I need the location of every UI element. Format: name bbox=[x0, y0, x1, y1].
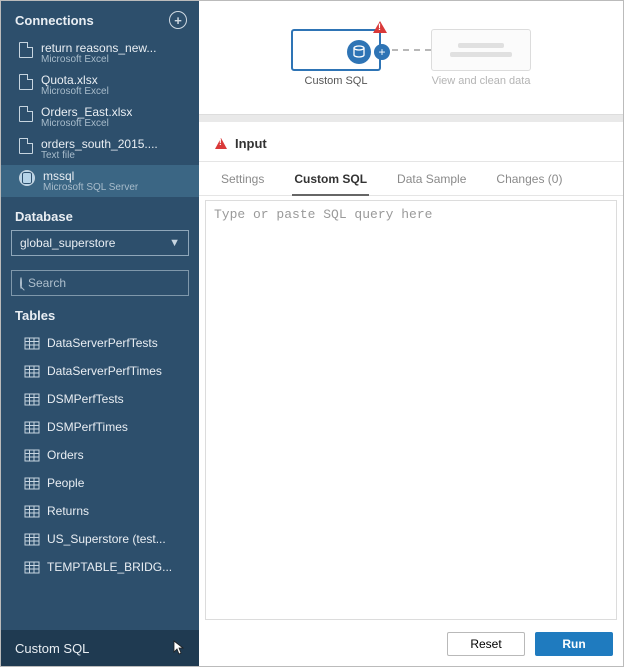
connection-type: Text file bbox=[41, 150, 158, 161]
database-select[interactable]: global_superstore ▼ bbox=[11, 230, 189, 256]
table-name: US_Superstore (test... bbox=[47, 532, 166, 546]
tables-list: DataServerPerfTests DataServerPerfTimes … bbox=[1, 329, 199, 630]
add-connection-button[interactable]: + bbox=[169, 11, 187, 29]
sql-editor bbox=[205, 200, 617, 620]
table-icon bbox=[25, 422, 39, 433]
file-icon bbox=[19, 74, 33, 90]
connection-name: orders_south_2015.... bbox=[41, 137, 158, 151]
table-name: DataServerPerfTimes bbox=[47, 364, 162, 378]
connection-item[interactable]: Orders_East.xlsx Microsoft Excel bbox=[1, 101, 199, 133]
table-icon bbox=[25, 338, 39, 349]
custom-sql-label: Custom SQL bbox=[15, 641, 89, 656]
connections-header: Connections + bbox=[1, 1, 199, 37]
file-icon bbox=[19, 138, 33, 154]
table-icon bbox=[25, 450, 39, 461]
table-icon bbox=[25, 506, 39, 517]
table-item[interactable]: Orders bbox=[1, 441, 199, 469]
main-area: + Custom SQL View and clean data Input S… bbox=[199, 1, 623, 666]
input-panel-title: Input bbox=[235, 136, 267, 151]
search-input[interactable] bbox=[28, 276, 183, 290]
tab-settings[interactable]: Settings bbox=[219, 162, 266, 195]
search-box[interactable] bbox=[11, 270, 189, 296]
table-icon bbox=[25, 534, 39, 545]
flow-scrollbar[interactable] bbox=[199, 114, 623, 122]
file-icon bbox=[19, 106, 33, 122]
connection-item[interactable]: return reasons_new... Microsoft Excel bbox=[1, 37, 199, 69]
table-name: Returns bbox=[47, 504, 89, 518]
connection-name: mssql bbox=[43, 169, 138, 183]
tab-custom-sql[interactable]: Custom SQL bbox=[292, 162, 369, 196]
table-name: TEMPTABLE_BRIDG... bbox=[47, 560, 172, 574]
connection-type: Microsoft Excel bbox=[41, 54, 156, 65]
table-name: People bbox=[47, 476, 84, 490]
flow-canvas[interactable]: + Custom SQL View and clean data bbox=[199, 1, 623, 114]
cursor-icon bbox=[173, 640, 185, 656]
table-name: DSMPerfTests bbox=[47, 392, 124, 406]
table-icon bbox=[25, 394, 39, 405]
input-tabs: Settings Custom SQL Data Sample Changes … bbox=[199, 162, 623, 196]
custom-sql-button[interactable]: Custom SQL bbox=[1, 630, 199, 666]
add-step-button[interactable]: + bbox=[374, 44, 390, 60]
flow-node-placeholder[interactable]: View and clean data bbox=[431, 29, 531, 87]
chevron-down-icon: ▼ bbox=[169, 237, 180, 249]
tables-label: Tables bbox=[1, 296, 199, 329]
connections-label: Connections bbox=[15, 13, 94, 28]
database-label: Database bbox=[1, 197, 199, 230]
datasource-icon bbox=[347, 40, 371, 64]
table-name: DataServerPerfTests bbox=[47, 336, 158, 350]
table-item[interactable]: DSMPerfTimes bbox=[1, 413, 199, 441]
run-button[interactable]: Run bbox=[535, 632, 613, 656]
table-icon bbox=[25, 478, 39, 489]
connection-type: Microsoft SQL Server bbox=[43, 182, 138, 193]
tab-changes[interactable]: Changes (0) bbox=[494, 162, 564, 195]
table-item[interactable]: DataServerPerfTests bbox=[1, 329, 199, 357]
flow-node-customsql[interactable]: + Custom SQL bbox=[291, 29, 381, 87]
flow-placeholder-label: View and clean data bbox=[432, 75, 531, 87]
table-item[interactable]: People bbox=[1, 469, 199, 497]
database-value: global_superstore bbox=[20, 236, 115, 250]
table-name: Orders bbox=[47, 448, 84, 462]
table-icon bbox=[25, 366, 39, 377]
connections-list: return reasons_new... Microsoft Excel Qu… bbox=[1, 37, 199, 197]
table-icon bbox=[25, 562, 39, 573]
tab-data-sample[interactable]: Data Sample bbox=[395, 162, 468, 195]
warning-icon bbox=[215, 138, 227, 149]
connection-item[interactable]: orders_south_2015.... Text file bbox=[1, 133, 199, 165]
table-name: DSMPerfTimes bbox=[47, 420, 128, 434]
flow-node-label: Custom SQL bbox=[305, 75, 368, 87]
connection-type: Microsoft Excel bbox=[41, 118, 132, 129]
connection-name: return reasons_new... bbox=[41, 41, 156, 55]
reset-button[interactable]: Reset bbox=[447, 632, 525, 656]
search-icon bbox=[20, 277, 22, 289]
warning-icon bbox=[373, 21, 387, 33]
connection-name: Orders_East.xlsx bbox=[41, 105, 132, 119]
file-icon bbox=[19, 42, 33, 58]
table-item[interactable]: DataServerPerfTimes bbox=[1, 357, 199, 385]
sidebar: Connections + return reasons_new... Micr… bbox=[1, 1, 199, 666]
button-bar: Reset Run bbox=[199, 624, 623, 666]
table-item[interactable]: DSMPerfTests bbox=[1, 385, 199, 413]
table-item[interactable]: US_Superstore (test... bbox=[1, 525, 199, 553]
table-item[interactable]: Returns bbox=[1, 497, 199, 525]
table-item[interactable]: TEMPTABLE_BRIDG... bbox=[1, 553, 199, 581]
input-panel-header: Input bbox=[199, 122, 623, 162]
database-icon bbox=[19, 170, 35, 186]
connection-item[interactable]: Quota.xlsx Microsoft Excel bbox=[1, 69, 199, 101]
sql-textarea[interactable] bbox=[206, 201, 616, 619]
connection-name: Quota.xlsx bbox=[41, 73, 109, 87]
connection-item[interactable]: mssql Microsoft SQL Server bbox=[1, 165, 199, 197]
connection-type: Microsoft Excel bbox=[41, 86, 109, 97]
